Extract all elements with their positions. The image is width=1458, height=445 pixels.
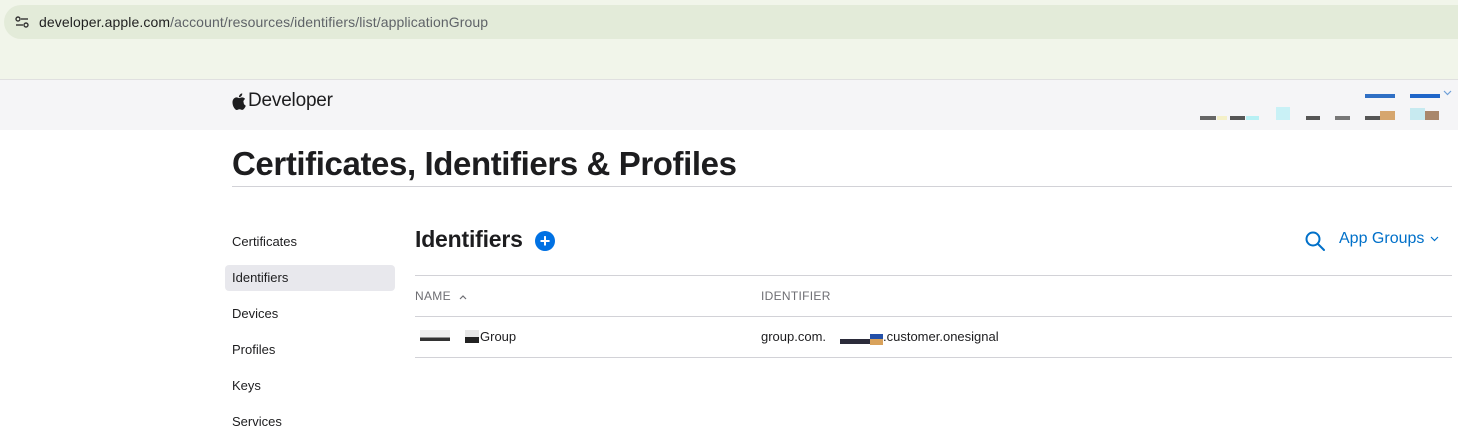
sidebar-item-services[interactable]: Services — [225, 409, 395, 435]
add-identifier-button[interactable]: + — [535, 231, 555, 251]
table-top-divider — [415, 275, 1452, 276]
identifier-type-filter[interactable]: App Groups — [1339, 230, 1439, 248]
redacted-identifier — [840, 339, 872, 344]
developer-logo[interactable]: Developer — [232, 90, 333, 112]
chevron-down-icon — [1430, 236, 1439, 242]
row-divider — [415, 357, 1452, 358]
logo-text: Developer — [248, 90, 333, 111]
apple-icon — [232, 92, 246, 110]
redacted-team-info — [1335, 116, 1350, 120]
redacted-team-info — [1230, 116, 1245, 120]
row-identifier-suffix: .customer.onesignal — [883, 329, 999, 344]
title-divider — [232, 186, 1452, 187]
browser-toolbar: developer.apple.com/account/resources/id… — [0, 0, 1458, 80]
redacted-identifier — [870, 339, 883, 345]
row-identifier-prefix: group.com. — [761, 329, 827, 344]
sidebar-item-identifiers[interactable]: Identifiers — [225, 265, 395, 291]
filter-label: App Groups — [1339, 230, 1425, 247]
redacted-team-info — [1425, 111, 1439, 120]
url-text[interactable]: developer.apple.com/account/resources/id… — [39, 14, 488, 30]
redacted-team-info — [1365, 116, 1380, 120]
column-header-name[interactable]: NAME — [415, 289, 467, 303]
sort-ascending-icon — [459, 294, 466, 300]
redacted-account-name — [1410, 94, 1440, 98]
column-header-identifier[interactable]: IDENTIFIER — [761, 289, 831, 303]
redacted-team-info — [1380, 111, 1395, 120]
redacted-team-info — [1217, 116, 1227, 120]
page-title: Certificates, Identifiers & Profiles — [232, 145, 737, 182]
address-bar[interactable]: developer.apple.com/account/resources/id… — [4, 5, 1458, 39]
redacted-team-info — [1306, 116, 1320, 120]
column-header-name-label: NAME — [415, 289, 451, 303]
redacted-team-info — [1200, 116, 1216, 120]
sidebar-item-keys[interactable]: Keys — [225, 373, 395, 399]
row-name: Group — [480, 329, 517, 344]
site-header: Developer — [0, 80, 1458, 130]
redacted-app-name — [465, 330, 479, 343]
header-divider — [415, 316, 1452, 317]
redacted-team-info — [1246, 116, 1259, 120]
redacted-team-info — [1410, 108, 1425, 120]
sidebar-item-devices[interactable]: Devices — [225, 301, 395, 327]
redacted-app-name — [420, 330, 450, 341]
sidebar-nav: Certificates Identifiers Devices Profile… — [225, 229, 395, 445]
redacted-team-info — [1276, 107, 1290, 120]
site-settings-icon[interactable] — [14, 14, 30, 30]
url-domain: developer.apple.com — [39, 14, 171, 30]
search-icon[interactable] — [1304, 230, 1326, 252]
redacted-account-name — [1365, 94, 1395, 98]
url-path: /account/resources/identifiers/list/appl… — [170, 14, 489, 30]
account-chevron-icon[interactable] — [1443, 90, 1452, 96]
sidebar-item-profiles[interactable]: Profiles — [225, 337, 395, 363]
sidebar-item-certificates[interactable]: Certificates — [225, 229, 395, 255]
section-title: Identifiers — [415, 226, 523, 252]
